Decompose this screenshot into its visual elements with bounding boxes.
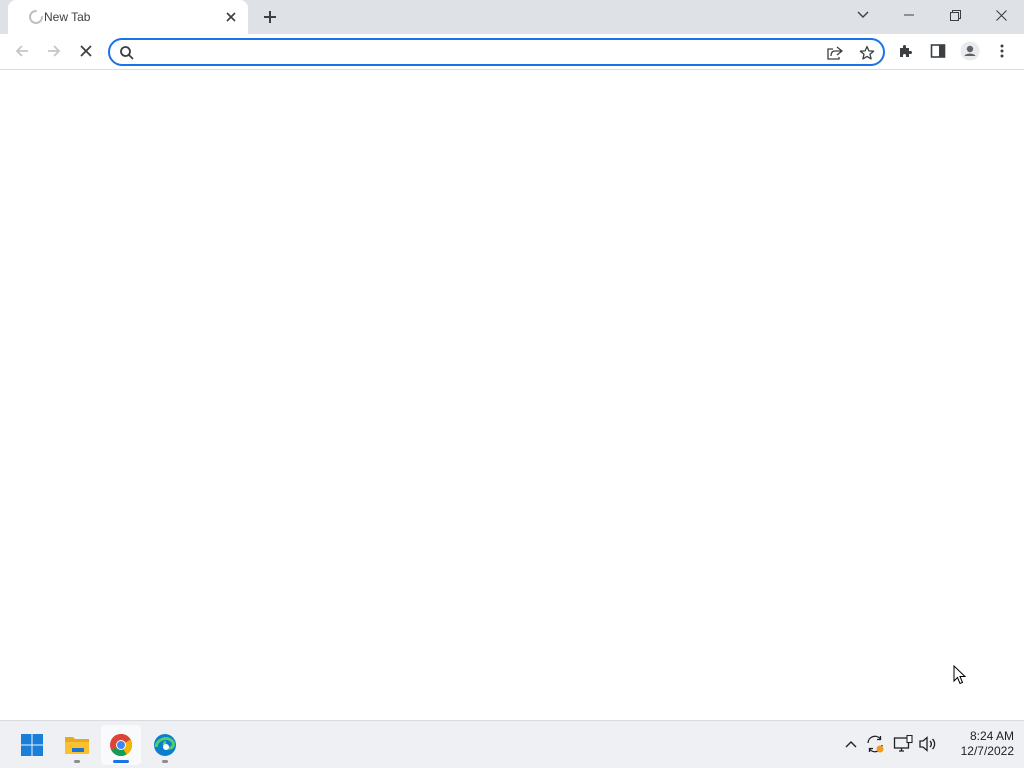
plus-icon	[264, 11, 276, 23]
clock-time: 8:24 AM	[969, 729, 1014, 743]
show-hidden-icons-button[interactable]	[840, 733, 862, 755]
tab-search-button[interactable]	[840, 0, 886, 30]
taskbar-file-explorer[interactable]	[57, 725, 97, 765]
share-button[interactable]	[824, 43, 846, 63]
back-button[interactable]	[8, 37, 36, 65]
side-panel-icon	[930, 44, 946, 58]
address-bar[interactable]	[108, 38, 885, 66]
loading-spinner-icon	[29, 10, 43, 24]
speaker-icon	[919, 736, 936, 752]
edge-icon	[154, 734, 176, 756]
close-icon	[995, 9, 1007, 21]
taskbar-chrome[interactable]	[101, 725, 141, 765]
volume-icon[interactable]	[917, 733, 939, 755]
browser-toolbar	[0, 34, 1024, 70]
chrome-icon	[110, 733, 133, 757]
tab-title: New Tab	[44, 10, 91, 24]
close-icon	[80, 45, 92, 57]
page-content	[0, 71, 1024, 720]
taskbar-edge[interactable]	[145, 725, 185, 765]
restore-button[interactable]	[932, 0, 978, 30]
profile-button[interactable]	[956, 37, 984, 65]
file-explorer-icon	[65, 737, 89, 754]
taskbar: 8:24 AM 12/7/2022	[0, 720, 1024, 768]
windows-start-icon	[21, 734, 43, 756]
bookmark-button[interactable]	[856, 43, 878, 63]
system-clock[interactable]: 8:24 AM 12/7/2022	[944, 729, 1014, 759]
start-button[interactable]	[12, 725, 52, 765]
minimize-button[interactable]	[886, 0, 932, 30]
side-panel-button[interactable]	[924, 37, 952, 65]
clock-date: 12/7/2022	[960, 744, 1014, 758]
restore-icon	[949, 9, 961, 21]
new-tab-button[interactable]	[259, 6, 281, 28]
star-icon	[859, 45, 875, 60]
screen: New Tab 8:24 AM 12/7/2022	[0, 0, 1024, 768]
network-icon	[893, 735, 913, 752]
avatar-icon	[960, 41, 980, 61]
puzzle-icon	[900, 45, 912, 57]
mouse-cursor-icon	[953, 665, 967, 685]
update-status-icon[interactable]	[864, 733, 886, 755]
more-vert-icon	[1000, 44, 1004, 58]
search-icon	[120, 46, 134, 60]
close-icon	[226, 12, 236, 22]
stop-loading-button[interactable]	[72, 37, 100, 65]
active-indicator	[113, 760, 129, 763]
minimize-icon	[904, 14, 914, 16]
tab-new-tab[interactable]: New Tab	[8, 0, 248, 34]
close-window-button[interactable]	[978, 0, 1024, 30]
extensions-button[interactable]	[892, 37, 920, 65]
arrow-left-icon	[15, 45, 28, 57]
address-input[interactable]	[140, 43, 810, 61]
network-icon[interactable]	[892, 733, 914, 755]
sync-icon	[867, 735, 884, 753]
forward-button[interactable]	[40, 37, 68, 65]
tab-strip: New Tab	[0, 0, 1024, 34]
menu-button[interactable]	[988, 37, 1016, 65]
running-indicator	[74, 760, 80, 763]
arrow-right-icon	[48, 45, 61, 57]
chevron-down-icon	[857, 11, 869, 18]
share-icon	[827, 46, 843, 60]
running-indicator	[162, 760, 168, 763]
chevron-up-icon	[845, 741, 857, 748]
tab-close-button[interactable]	[222, 8, 240, 26]
